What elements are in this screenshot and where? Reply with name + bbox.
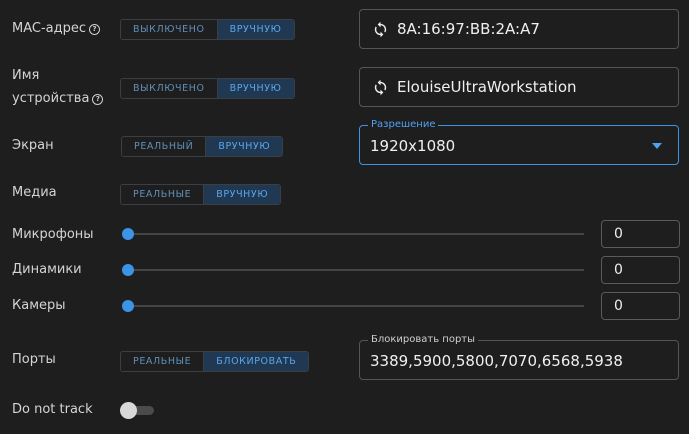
mac-mode-manual[interactable]: ВРУЧНУЮ: [216, 20, 294, 39]
mac-label: MAC-адрес?: [12, 19, 101, 39]
mac-mode-off[interactable]: ВЫКЛЮЧЕНО: [121, 20, 217, 39]
help-circle-icon[interactable]: ?: [89, 24, 101, 35]
cameras-slider-handle[interactable]: [122, 300, 134, 312]
resolution-legend: Разрешение: [368, 118, 439, 132]
microphones-slider-handle[interactable]: [122, 228, 134, 240]
device-mode-manual[interactable]: ВРУЧНУЮ: [216, 79, 294, 98]
device-label-line2: устройства: [12, 91, 90, 106]
dnt-label: Do not track: [12, 402, 93, 417]
resolution-select[interactable]: Разрешение 1920x1080: [359, 118, 679, 165]
microphones-input[interactable]: 0: [601, 220, 680, 248]
mac-mode-switch: ВЫКЛЮЧЕНО ВРУЧНУЮ: [120, 19, 295, 40]
resolution-value: 1920x1080: [370, 137, 456, 155]
microphones-label: Микрофоны: [12, 227, 94, 242]
caret-down-icon[interactable]: [652, 143, 662, 149]
ports-mode-switch: РЕАЛЬНЫЕ БЛОКИРОВАТЬ: [120, 351, 310, 372]
screen-mode-real[interactable]: РЕАЛЬНЫЙ: [122, 137, 206, 156]
device-mode-switch: ВЫКЛЮЧЕНО ВРУЧНУЮ: [120, 78, 295, 99]
screen-mode-switch: РЕАЛЬНЫЙ ВРУЧНУЮ: [121, 136, 284, 157]
media-mode-manual[interactable]: ВРУЧНУЮ: [203, 185, 281, 204]
media-mode-switch: РЕАЛЬНЫЕ ВРУЧНУЮ: [120, 184, 282, 205]
dnt-toggle[interactable]: [120, 402, 154, 419]
media-label: Медиа: [12, 185, 57, 200]
device-label: Имя: [12, 66, 39, 86]
ports-mode-real[interactable]: РЕАЛЬНЫЕ: [121, 352, 204, 371]
screen-label: Экран: [12, 138, 54, 153]
dnt-toggle-thumb[interactable]: [120, 402, 137, 419]
device-label-2: устройства?: [12, 89, 104, 109]
blocked-ports-value: 3389,5900,5800,7070,6568,5938: [370, 352, 623, 370]
device-name-value: ElouiseUltraWorkstation: [397, 78, 577, 96]
ports-label: Порты: [12, 352, 56, 367]
blocked-ports-field[interactable]: Блокировать порты 3389,5900,5800,7070,65…: [359, 333, 679, 380]
refresh-icon[interactable]: [372, 21, 389, 38]
help-circle-icon[interactable]: ?: [92, 94, 104, 105]
blocked-ports-legend: Блокировать порты: [368, 333, 479, 347]
cameras-input[interactable]: 0: [601, 292, 680, 320]
microphones-slider[interactable]: [122, 228, 584, 240]
refresh-icon[interactable]: [372, 79, 389, 96]
screen-mode-manual[interactable]: ВРУЧНУЮ: [205, 137, 283, 156]
mac-address-value: 8A:16:97:BB:2A:A7: [397, 20, 540, 38]
media-mode-real[interactable]: РЕАЛЬНЫЕ: [121, 185, 204, 204]
device-name-field[interactable]: ElouiseUltraWorkstation: [359, 67, 679, 107]
speakers-slider-handle[interactable]: [122, 264, 134, 276]
cameras-label: Камеры: [12, 298, 66, 313]
mac-label-text: MAC-адрес: [12, 21, 87, 36]
speakers-input[interactable]: 0: [601, 256, 680, 284]
speakers-slider[interactable]: [122, 264, 584, 276]
device-label-line1: Имя: [12, 68, 40, 83]
speakers-label: Динамики: [12, 262, 82, 277]
device-mode-off[interactable]: ВЫКЛЮЧЕНО: [121, 79, 217, 98]
ports-mode-block[interactable]: БЛОКИРОВАТЬ: [203, 352, 309, 371]
mac-address-field[interactable]: 8A:16:97:BB:2A:A7: [359, 9, 679, 49]
cameras-slider[interactable]: [122, 300, 584, 312]
